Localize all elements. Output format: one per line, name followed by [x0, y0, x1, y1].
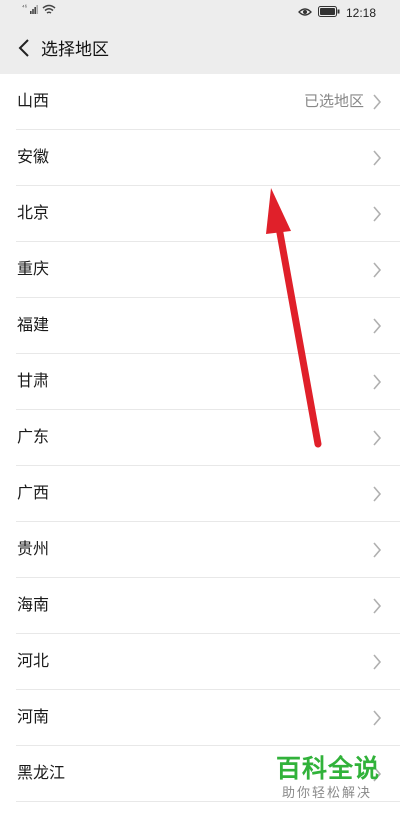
- region-row[interactable]: 河北: [0, 634, 400, 690]
- row-right: [372, 372, 382, 392]
- region-row[interactable]: 山西 已选地区: [0, 74, 400, 130]
- chevron-right-icon: [372, 654, 382, 670]
- chevron-right-icon: [372, 94, 382, 110]
- region-name: 河南: [17, 709, 50, 726]
- row-right: [372, 708, 382, 728]
- region-name: 黑龙江: [17, 765, 66, 782]
- region-row[interactable]: 广西: [0, 466, 400, 522]
- chevron-right-icon: [372, 150, 382, 166]
- page-title: 选择地区: [41, 40, 109, 59]
- watermark-subtitle: 助你轻松解决: [282, 785, 373, 800]
- region-name: 河北: [17, 653, 50, 670]
- region-name: 广西: [17, 485, 50, 502]
- status-right: 12:18: [298, 5, 376, 21]
- status-left: ⁴⁶: [22, 4, 56, 20]
- row-right: 已选地区: [304, 92, 382, 112]
- region-row[interactable]: 北京: [0, 186, 400, 242]
- region-name: 北京: [17, 205, 50, 222]
- region-row[interactable]: 甘肃: [0, 354, 400, 410]
- region-name: 重庆: [17, 261, 50, 278]
- chevron-right-icon: [372, 598, 382, 614]
- region-row[interactable]: 贵州: [0, 522, 400, 578]
- eye-icon: [298, 4, 312, 22]
- region-row[interactable]: 重庆: [0, 242, 400, 298]
- region-row[interactable]: 河南: [0, 690, 400, 746]
- nav-bar: 选择地区: [0, 26, 400, 74]
- chevron-right-icon: [372, 710, 382, 726]
- watermark-logo: 百科全说 助你轻松解决: [276, 754, 388, 806]
- region-name: 海南: [17, 597, 50, 614]
- row-right: [372, 596, 382, 616]
- svg-text:⁴⁶: ⁴⁶: [22, 4, 28, 11]
- row-right: [372, 484, 382, 504]
- region-name: 广东: [17, 429, 50, 446]
- battery-icon: [317, 4, 340, 22]
- wifi-icon: [42, 2, 56, 20]
- row-right: [372, 652, 382, 672]
- watermark-title: 百科全说: [276, 755, 381, 783]
- row-right: [372, 204, 382, 224]
- chevron-right-icon: [372, 206, 382, 222]
- region-name: 贵州: [17, 541, 50, 558]
- chevron-right-icon: [372, 374, 382, 390]
- row-right: [372, 540, 382, 560]
- selected-region-label: 已选地区: [303, 93, 364, 110]
- region-name: 安徽: [17, 149, 50, 166]
- row-right: [372, 148, 382, 168]
- chevron-left-icon: [18, 38, 30, 62]
- region-row[interactable]: 福建: [0, 298, 400, 354]
- row-right: [372, 316, 382, 336]
- region-list: 山西 已选地区安徽北京重庆福建甘肃广东广西贵州海南河北河南黑龙江: [0, 74, 400, 802]
- region-name: 甘肃: [17, 373, 50, 390]
- region-name: 山西: [17, 93, 50, 110]
- chevron-right-icon: [372, 430, 382, 446]
- row-right: [372, 428, 382, 448]
- row-right: [372, 260, 382, 280]
- region-name: 福建: [17, 317, 50, 334]
- status-bar: ⁴⁶ 12:18: [0, 0, 400, 26]
- chevron-right-icon: [372, 318, 382, 334]
- status-time: 12:18: [345, 6, 376, 20]
- chevron-right-icon: [372, 262, 382, 278]
- chevron-right-icon: [372, 486, 382, 502]
- region-row[interactable]: 安徽: [0, 130, 400, 186]
- screen: ⁴⁶ 12:18 选择地区 山西 已选地区 安徽 北京 重庆 福建 甘肃 广东 …: [0, 0, 400, 816]
- back-button[interactable]: [8, 34, 40, 66]
- chevron-right-icon: [372, 542, 382, 558]
- region-row[interactable]: 海南: [0, 578, 400, 634]
- region-row[interactable]: 广东: [0, 410, 400, 466]
- signal-icon: ⁴⁶: [22, 2, 38, 20]
